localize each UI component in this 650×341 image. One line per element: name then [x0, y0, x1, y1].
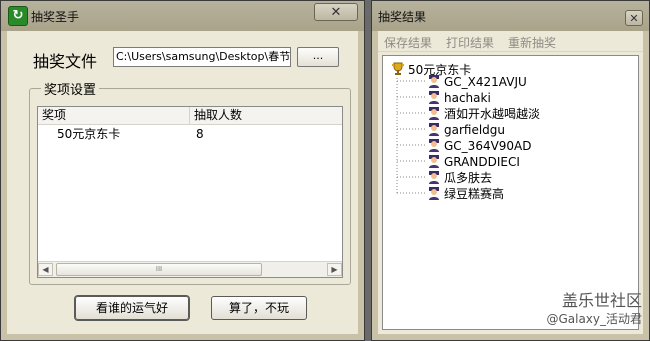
- count-cell: 8: [196, 127, 204, 141]
- window-title: 抽奖结果: [378, 10, 427, 24]
- tree-item-label: 绿豆糕赛高: [444, 187, 505, 201]
- tree-item-label: 酒如开水越喝越淡: [444, 107, 541, 121]
- column-header-count[interactable]: 抽取人数: [190, 107, 342, 124]
- title-bar[interactable]: ↻ 抽奖圣手 ✕: [1, 1, 364, 31]
- tree-item[interactable]: 酒如开水越喝越淡: [427, 106, 540, 122]
- user-icon: [429, 187, 439, 200]
- menu-save[interactable]: 保存结果: [384, 34, 432, 51]
- user-icon: [429, 139, 439, 152]
- scroll-left-icon[interactable]: ◀: [38, 263, 53, 276]
- watermark-handle: @Galaxy_活动君: [546, 312, 642, 326]
- prize-list[interactable]: 奖项 抽取人数 50元京东卡 8 ◀ III ▶: [37, 106, 343, 278]
- tree-item-label: garfieldgu: [444, 123, 506, 137]
- watermark-title: 盖乐世社区: [561, 291, 642, 310]
- lottery-window: ↻ 抽奖圣手 ✕ 抽奖文件 C:\Users\samsung\Desktop\春…: [0, 0, 365, 341]
- tree-item[interactable]: 瓜多肤去: [427, 170, 492, 186]
- close-button[interactable]: ✕: [314, 3, 358, 21]
- user-icon: [429, 75, 439, 88]
- column-header-prize[interactable]: 奖项: [38, 107, 190, 124]
- browse-button[interactable]: ...: [297, 47, 339, 67]
- scroll-right-icon[interactable]: ▶: [327, 263, 342, 276]
- close-button[interactable]: ✕: [625, 10, 643, 26]
- file-label: 抽奖文件: [33, 52, 98, 71]
- prize-cell: 50元京东卡: [57, 127, 121, 141]
- menu-bar: 保存结果 打印结果 重新抽奖: [378, 31, 643, 52]
- user-icon: [429, 155, 439, 168]
- horizontal-scrollbar[interactable]: ◀ III ▶: [38, 261, 342, 277]
- window-title: 抽奖圣手: [31, 10, 80, 24]
- menu-redraw[interactable]: 重新抽奖: [508, 34, 556, 51]
- tree-item[interactable]: 绿豆糕赛高: [427, 186, 504, 202]
- app-icon: ↻: [8, 6, 28, 26]
- user-icon: [429, 171, 439, 184]
- window-client: 抽奖文件 C:\Users\samsung\Desktop\春节活 ... 奖项…: [7, 31, 358, 334]
- tree-item[interactable]: GC_364V90AD: [427, 138, 532, 154]
- title-bar[interactable]: 抽奖结果 ✕: [372, 1, 649, 31]
- user-icon: [429, 107, 439, 120]
- tree-item[interactable]: hachaki: [427, 90, 491, 106]
- quit-button[interactable]: 算了，不玩: [211, 296, 307, 320]
- user-icon: [429, 91, 439, 104]
- tree-item-label: 瓜多肤去: [444, 171, 493, 185]
- file-path-input[interactable]: C:\Users\samsung\Desktop\春节活: [113, 47, 291, 67]
- tree-item[interactable]: GRANDDIECI: [427, 154, 520, 170]
- tree-item[interactable]: GC_X421AVJU: [427, 74, 527, 90]
- group-title: 奖项设置: [41, 79, 100, 98]
- draw-button[interactable]: 看谁的运气好: [75, 296, 189, 320]
- scroll-thumb[interactable]: III: [56, 263, 262, 276]
- tree-item-label: GC_364V90AD: [444, 139, 532, 153]
- tree-item-label: hachaki: [444, 91, 491, 105]
- trophy-icon: [392, 62, 404, 75]
- tree-item-label: GC_X421AVJU: [444, 75, 527, 89]
- tree-item-label: GRANDDIECI: [444, 155, 520, 169]
- list-header: 奖项 抽取人数: [38, 107, 342, 125]
- menu-print[interactable]: 打印结果: [446, 34, 494, 51]
- tree-item[interactable]: garfieldgu: [427, 122, 505, 138]
- list-row[interactable]: 50元京东卡 8: [38, 125, 342, 143]
- user-icon: [429, 123, 439, 136]
